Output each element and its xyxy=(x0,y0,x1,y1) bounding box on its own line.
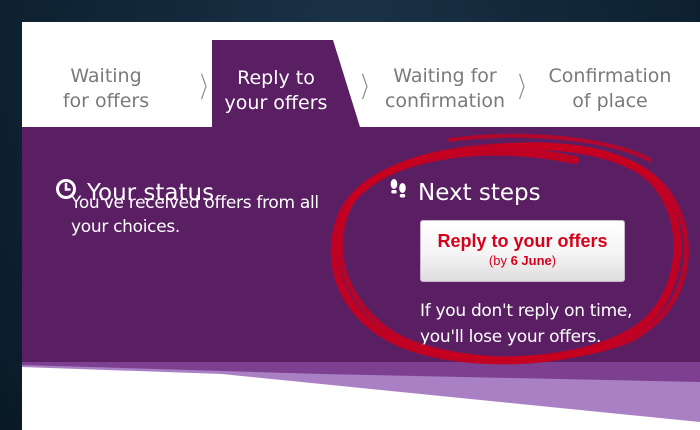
chevron-right-icon: 〉 xyxy=(361,71,377,104)
step-line2: confirmation xyxy=(384,90,506,112)
warning-line2: you'll lose your offers. xyxy=(420,327,602,347)
warning-line1: If you don't reply on time, xyxy=(420,301,633,321)
next-steps-title: Next steps xyxy=(418,179,541,206)
step-line2: for offers xyxy=(62,90,150,112)
next-steps-heading: Next steps xyxy=(388,178,541,207)
deadline-date: 6 June xyxy=(510,253,552,268)
step-line1: Waiting for xyxy=(393,65,497,87)
step-line1: Reply to xyxy=(237,67,315,89)
step-waiting-for-offers[interactable]: Waiting for offers xyxy=(62,64,150,114)
step-line1: Waiting xyxy=(70,65,142,87)
step-line2: your offers xyxy=(224,92,328,114)
deadline-suffix: ) xyxy=(551,253,557,268)
reply-button-label: Reply to your offers xyxy=(437,231,608,251)
chevron-right-icon: 〉 xyxy=(518,71,534,104)
reply-warning: If you don't reply on time, you'll lose … xyxy=(420,298,650,350)
page-background: Waiting for offers 〉 Reply to your offer… xyxy=(0,0,700,430)
chevron-right-icon: 〉 xyxy=(200,71,216,104)
reply-to-offers-button[interactable]: Reply to your offers (by 6 June) xyxy=(420,220,625,282)
step-line1: Confirmation xyxy=(548,65,672,87)
step-line2: of place xyxy=(572,90,648,112)
step-waiting-for-confirmation[interactable]: Waiting for confirmation xyxy=(384,64,506,114)
step-reply-to-offers[interactable]: Reply to your offers xyxy=(222,66,330,116)
status-message: You've received offers from all your cho… xyxy=(71,191,319,243)
reply-deadline: (by 6 June) xyxy=(421,252,624,270)
deadline-prefix: (by xyxy=(488,253,511,268)
status-line2: your choices. xyxy=(71,217,181,237)
footprints-icon xyxy=(388,178,408,207)
step-confirmation-of-place[interactable]: Confirmation of place xyxy=(545,64,675,114)
status-line1: You've received offers from all xyxy=(71,193,319,213)
